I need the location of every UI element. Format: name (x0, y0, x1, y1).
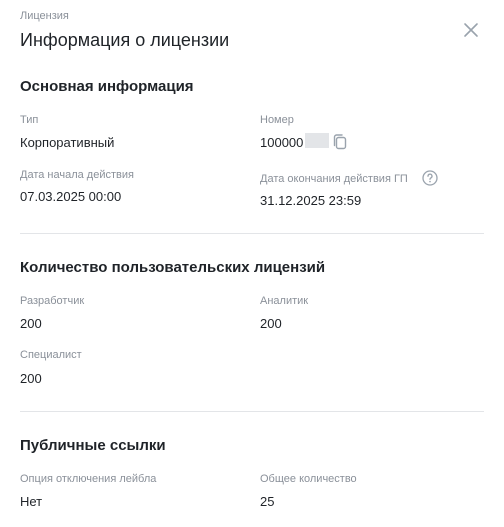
analyst-label: Аналитик (260, 295, 309, 307)
type-label: Тип (20, 114, 39, 126)
end-date-help-button[interactable] (422, 170, 438, 186)
type-value: Корпоративный (20, 135, 115, 150)
section-title-public-links: Публичные ссылки (20, 437, 166, 454)
specialist-value: 200 (20, 371, 42, 386)
copy-number-button[interactable] (331, 133, 349, 151)
panel-eyebrow: Лицензия (20, 10, 69, 22)
copy-icon (333, 134, 347, 150)
developer-label: Разработчик (20, 295, 85, 307)
start-date-value: 07.03.2025 00:00 (20, 189, 122, 204)
section-divider (20, 411, 484, 412)
developer-value: 200 (20, 316, 42, 331)
number-label: Номер (260, 114, 294, 126)
label-option-label: Опция отключения лейбла (20, 473, 157, 485)
section-title-licenses: Количество пользовательских лицензий (20, 259, 326, 276)
close-button[interactable] (461, 20, 481, 40)
end-date-label: Дата окончания действия ГП (260, 173, 408, 185)
section-divider (20, 233, 484, 234)
number-value: 100000 (260, 135, 304, 150)
panel-title: Информация о лицензии (20, 30, 230, 50)
total-count-label: Общее количество (260, 473, 357, 485)
start-date-label: Дата начала действия (20, 169, 134, 181)
specialist-label: Специалист (20, 349, 82, 361)
section-title-basic: Основная информация (20, 78, 194, 95)
total-count-value: 25 (260, 494, 275, 509)
number-masked-part (305, 133, 329, 148)
license-info-panel: Лицензия Информация о лицензии Основная … (0, 0, 504, 527)
analyst-value: 200 (260, 316, 282, 331)
label-option-value: Нет (20, 494, 43, 509)
help-circle-icon (422, 170, 438, 186)
close-icon (464, 23, 478, 37)
end-date-value: 31.12.2025 23:59 (260, 193, 362, 208)
